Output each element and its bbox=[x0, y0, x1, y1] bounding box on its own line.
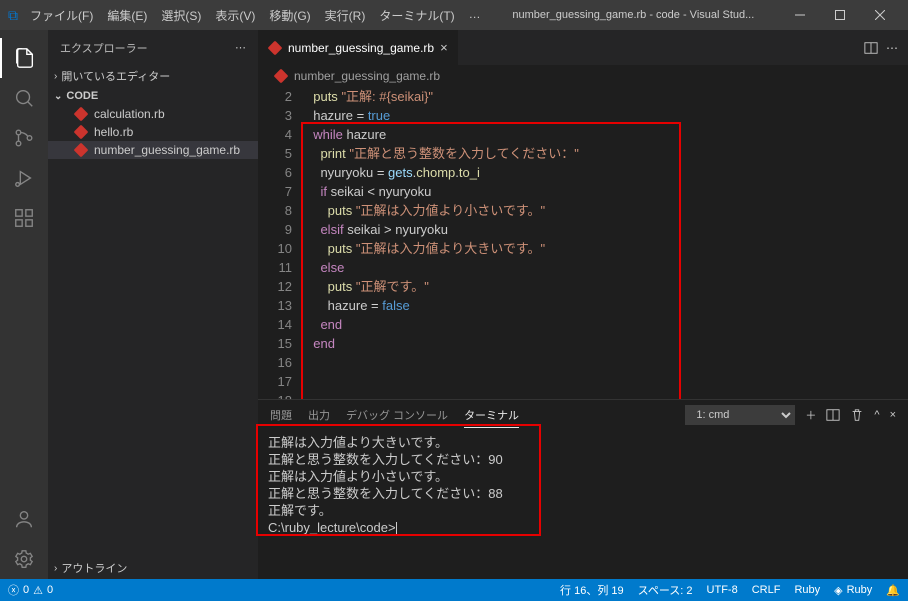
terminal-selector[interactable]: 1: cmd bbox=[685, 405, 795, 425]
activity-bar bbox=[0, 30, 48, 579]
menu-item[interactable]: … bbox=[463, 3, 487, 28]
maximize-button[interactable] bbox=[820, 0, 860, 30]
panel-tab[interactable]: 問題 bbox=[270, 403, 292, 427]
menu-item[interactable]: 編集(E) bbox=[101, 3, 153, 28]
panel-tab[interactable]: 出力 bbox=[308, 403, 330, 427]
status-bar: ⓧ 0 ⚠ 0 行 16、列 19 スペース: 2 UTF-8 CRLF Rub… bbox=[0, 579, 908, 601]
more-icon[interactable]: ⋯ bbox=[235, 41, 246, 54]
menu-item[interactable]: ファイル(F) bbox=[24, 3, 99, 28]
panel: 問題出力デバッグ コンソールターミナル 1: cmd ＋ ^ × 正解は入力値よ… bbox=[258, 399, 908, 579]
notifications-icon[interactable]: 🔔 bbox=[886, 582, 900, 598]
ruby-icon bbox=[268, 40, 283, 55]
title-bar: ⧉ ファイル(F)編集(E)選択(S)表示(V)移動(G)実行(R)ターミナル(… bbox=[0, 0, 908, 30]
tab-close-icon[interactable]: × bbox=[440, 40, 448, 55]
status-spaces[interactable]: スペース: 2 bbox=[638, 582, 693, 598]
outline-section[interactable]: ›アウトライン bbox=[48, 557, 258, 579]
ruby-icon bbox=[274, 69, 289, 84]
status-errors[interactable]: ⓧ 0 ⚠ 0 bbox=[8, 582, 53, 598]
breadcrumb[interactable]: number_guessing_game.rb bbox=[258, 65, 908, 87]
menu-item[interactable]: 選択(S) bbox=[155, 3, 207, 28]
sidebar: エクスプローラー ⋯ ›開いているエディター ⌄CODE calculation… bbox=[48, 30, 258, 579]
menu-item[interactable]: ターミナル(T) bbox=[373, 3, 460, 28]
file-item[interactable]: calculation.rb bbox=[48, 105, 258, 123]
editor-tab[interactable]: number_guessing_game.rb × bbox=[258, 30, 459, 65]
new-terminal-icon[interactable]: ＋ bbox=[805, 403, 816, 427]
split-terminal-icon[interactable] bbox=[826, 404, 840, 426]
menu-item[interactable]: 実行(R) bbox=[319, 3, 372, 28]
close-button[interactable] bbox=[860, 0, 900, 30]
menu-item[interactable]: 表示(V) bbox=[209, 3, 261, 28]
menu-bar: ファイル(F)編集(E)選択(S)表示(V)移動(G)実行(R)ターミナル(T)… bbox=[24, 3, 487, 28]
split-editor-icon[interactable] bbox=[864, 41, 878, 55]
folder-root[interactable]: ⌄CODE bbox=[48, 87, 258, 105]
status-ln-col[interactable]: 行 16、列 19 bbox=[560, 582, 624, 598]
file-item[interactable]: number_guessing_game.rb bbox=[48, 141, 258, 159]
status-eol[interactable]: CRLF bbox=[752, 582, 781, 598]
open-editors-section[interactable]: ›開いているエディター bbox=[48, 65, 258, 87]
tab-label: number_guessing_game.rb bbox=[288, 41, 434, 55]
panel-tab[interactable]: ターミナル bbox=[464, 403, 519, 428]
source-control-icon[interactable] bbox=[0, 118, 48, 158]
terminal-line: 正解と思う整数を入力してください：90 bbox=[268, 451, 898, 468]
terminal[interactable]: 正解は入力値より大きいです。正解と思う整数を入力してください：90正解は入力値よ… bbox=[258, 430, 908, 579]
code-editor[interactable]: 23456789101112131415161718 puts "正解: #{s… bbox=[258, 87, 908, 399]
search-icon[interactable] bbox=[0, 78, 48, 118]
more-actions-icon[interactable]: ⋯ bbox=[886, 41, 898, 55]
ruby-icon bbox=[74, 125, 89, 140]
terminal-line: C:\ruby_lecture\code> bbox=[268, 519, 898, 536]
status-ruby[interactable]: ◈ Ruby bbox=[834, 582, 872, 598]
sidebar-title: エクスプローラー bbox=[60, 40, 148, 56]
debug-icon[interactable] bbox=[0, 158, 48, 198]
status-encoding[interactable]: UTF-8 bbox=[707, 582, 738, 598]
vscode-logo: ⧉ bbox=[8, 7, 18, 24]
status-lang[interactable]: Ruby bbox=[794, 582, 820, 598]
minimap[interactable] bbox=[828, 87, 908, 237]
maximize-panel-icon[interactable]: ^ bbox=[874, 405, 879, 425]
panel-tab[interactable]: デバッグ コンソール bbox=[346, 403, 448, 427]
minimize-button[interactable] bbox=[780, 0, 820, 30]
account-icon[interactable] bbox=[0, 499, 48, 539]
trash-icon[interactable] bbox=[850, 404, 864, 426]
close-panel-icon[interactable]: × bbox=[890, 405, 896, 425]
editor-tabs: number_guessing_game.rb × ⋯ bbox=[258, 30, 908, 65]
window-title: number_guessing_game.rb - code - Visual … bbox=[487, 9, 780, 21]
settings-icon[interactable] bbox=[0, 539, 48, 579]
terminal-line: 正解は入力値より大きいです。 bbox=[268, 434, 898, 451]
ruby-icon bbox=[74, 107, 89, 122]
extensions-icon[interactable] bbox=[0, 198, 48, 238]
ruby-icon bbox=[74, 143, 89, 158]
menu-item[interactable]: 移動(G) bbox=[263, 3, 316, 28]
terminal-line: 正解は入力値より小さいです。 bbox=[268, 468, 898, 485]
editor-area: number_guessing_game.rb × ⋯ number_guess… bbox=[258, 30, 908, 579]
file-item[interactable]: hello.rb bbox=[48, 123, 258, 141]
terminal-line: 正解です。 bbox=[268, 502, 898, 519]
explorer-icon[interactable] bbox=[0, 38, 48, 78]
terminal-line: 正解と思う整数を入力してください：88 bbox=[268, 485, 898, 502]
